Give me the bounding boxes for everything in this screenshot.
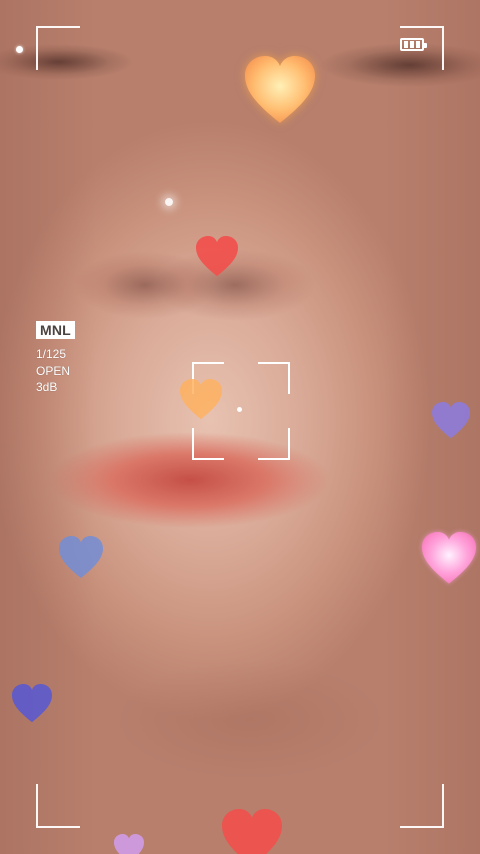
focus-corner-top-right [258, 362, 290, 394]
heart-icon [213, 809, 291, 854]
camera-mode-badge: MNL [36, 321, 75, 339]
frame-corner-top-left [36, 26, 80, 70]
battery-cell [410, 41, 414, 48]
heart-icon [418, 532, 480, 586]
frame-corner-bottom-right [400, 784, 444, 828]
shutter-speed-readout: 1/125 [36, 347, 67, 361]
heart-icon [236, 56, 324, 126]
heart-icon [429, 402, 473, 440]
frame-corner-bottom-left [36, 784, 80, 828]
focus-corner-bottom-left [192, 428, 224, 460]
gain-readout: 3dB [36, 380, 58, 394]
heart-icon [55, 536, 107, 580]
aperture-readout: OPEN [36, 364, 71, 378]
battery-full-icon [400, 38, 427, 51]
focus-center-dot [237, 407, 242, 412]
battery-cell [404, 41, 408, 48]
light-sparkle [165, 198, 173, 206]
focus-corner-bottom-right [258, 428, 290, 460]
heart-icon [103, 834, 155, 854]
focus-corner-top-left [192, 362, 224, 394]
camera-viewfinder: MNL 1/125 OPEN 3dB [0, 0, 480, 854]
record-indicator-icon [16, 46, 23, 53]
heart-icon [8, 684, 56, 724]
heart-icon [191, 236, 243, 278]
battery-cell [416, 41, 420, 48]
focus-frame-icon [192, 362, 290, 460]
